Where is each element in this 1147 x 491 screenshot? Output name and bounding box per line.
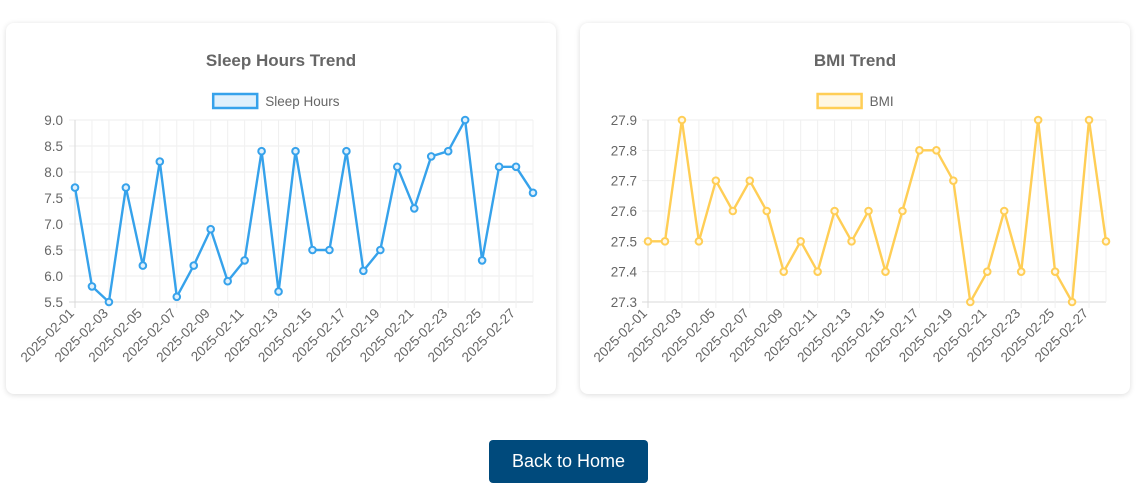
bmi-chart-card: BMI Trend BMI 27.3 27.4 27.5 27.6 27.7 27.8 27.9… — [580, 23, 1130, 394]
data-point — [257, 146, 266, 156]
legend-swatch — [816, 92, 863, 110]
data-point — [711, 176, 721, 185]
sleep-hours-chart: Sleep Hours Trend Sleep Hours 5.5 6.0 6.5 7.0… — [18, 51, 538, 365]
data-point — [308, 245, 317, 255]
data-point — [87, 282, 97, 291]
data-point — [660, 237, 670, 246]
data-point — [172, 292, 182, 302]
data-point — [898, 206, 907, 216]
data-point — [189, 261, 199, 270]
data-point — [240, 256, 249, 265]
data-point — [728, 206, 738, 216]
y-tick-label: 8.0 — [44, 165, 63, 180]
data-point — [864, 206, 873, 216]
y-tick-label: 27.3 — [611, 295, 637, 310]
data-point — [982, 267, 992, 276]
bmi-chart: BMI Trend BMI 27.3 27.4 27.5 27.6 27.7 27.8 27.9… — [591, 51, 1111, 365]
y-tick-label: 27.8 — [611, 143, 637, 158]
data-point — [762, 206, 772, 216]
data-point — [376, 245, 385, 255]
data-point — [325, 245, 334, 255]
data-point — [70, 183, 80, 192]
data-point — [694, 237, 704, 246]
legend-swatch — [211, 92, 259, 110]
y-tick-label: 6.5 — [44, 243, 63, 258]
data-point — [342, 146, 351, 156]
y-tick-label: 8.5 — [44, 139, 63, 154]
y-tick-label: 9.0 — [44, 113, 63, 128]
chart-title: BMI Trend — [814, 51, 896, 70]
data-point — [138, 261, 148, 270]
y-tick-label: 27.4 — [611, 265, 638, 280]
data-point — [223, 276, 232, 286]
data-point — [847, 237, 856, 246]
data-point — [965, 297, 975, 307]
data-point — [392, 162, 402, 172]
y-tick-label: 27.5 — [611, 234, 637, 249]
data-point — [1033, 115, 1043, 125]
data-point — [999, 206, 1009, 216]
data-point — [409, 204, 419, 213]
y-tick-label: 27.7 — [611, 174, 637, 189]
data-point — [677, 115, 687, 125]
data-point — [494, 162, 504, 172]
y-tick-label: 27.9 — [611, 113, 637, 128]
data-point — [121, 183, 131, 192]
y-tick-label: 27.6 — [611, 204, 637, 219]
y-tick-label: 6.0 — [44, 269, 63, 284]
data-point — [274, 287, 283, 296]
data-point — [511, 162, 521, 172]
data-point — [155, 157, 165, 166]
y-tick-label: 7.5 — [44, 191, 63, 206]
data-point — [477, 256, 487, 265]
data-point — [104, 297, 114, 307]
data-point — [779, 267, 789, 276]
back-to-home-button[interactable]: Back to Home — [489, 440, 648, 483]
y-tick-label: 7.0 — [44, 217, 63, 232]
data-point — [443, 146, 453, 156]
y-tick-label: 5.5 — [44, 295, 63, 310]
data-point — [206, 224, 216, 234]
data-point — [291, 146, 300, 156]
legend-label: BMI — [870, 94, 894, 109]
data-point — [643, 237, 653, 246]
sleep-hours-chart-card: Sleep Hours Trend Sleep Hours 5.5 6.0 6.5 7.0… — [6, 23, 556, 394]
data-point — [745, 176, 755, 185]
data-point — [1101, 237, 1111, 246]
data-point — [932, 146, 941, 155]
data-point — [528, 188, 538, 198]
series-line — [73, 118, 535, 304]
data-point — [359, 266, 368, 276]
data-point — [1016, 267, 1026, 276]
data-point — [1067, 297, 1077, 307]
data-point — [460, 115, 470, 125]
data-point — [1084, 115, 1094, 125]
data-point — [813, 267, 822, 276]
data-point — [915, 146, 924, 155]
dashboard-page: Sleep Hours Trend Sleep Hours 5.5 6.0 6.5 7.0… — [0, 0, 1147, 491]
data-point — [830, 206, 839, 216]
legend-label: Sleep Hours — [265, 94, 340, 109]
data-point — [426, 152, 436, 161]
data-point — [949, 176, 958, 185]
chart-title: Sleep Hours Trend — [206, 51, 356, 70]
data-point — [881, 267, 890, 276]
data-point — [1050, 267, 1060, 276]
data-point — [796, 237, 805, 246]
